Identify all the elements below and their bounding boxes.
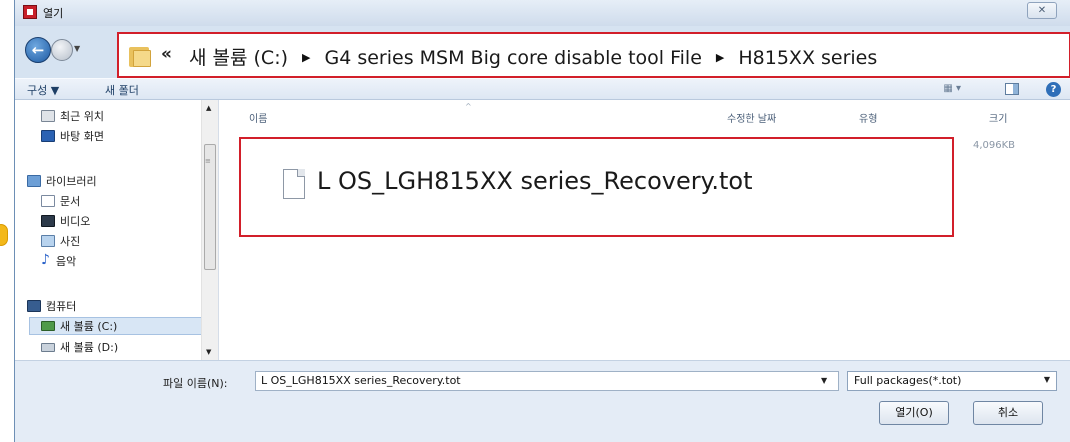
open-button[interactable]: 열기(O) xyxy=(879,401,949,425)
app-icon xyxy=(23,5,37,19)
breadcrumb-item-drive[interactable]: 새 볼륨 (C:) xyxy=(189,47,288,69)
sidebar-item-drive-d[interactable]: 새 볼륨 (D:) xyxy=(41,338,118,356)
sidebar-item-desktop[interactable]: 바탕 화면 xyxy=(41,127,104,145)
pictures-icon xyxy=(41,235,55,247)
title-bar: 열기 ✕ xyxy=(15,0,1070,26)
navigation-bar: ← ▼ « 새 볼륨 (C:) ▶ G4 series MSM Big core d… xyxy=(15,26,1070,78)
chevron-down-icon: ▼ xyxy=(1043,375,1050,384)
breadcrumb-item-tool-folder[interactable]: G4 series MSM Big core disable tool File xyxy=(324,47,701,69)
cancel-button[interactable]: 취소 xyxy=(973,401,1043,425)
filename-label: 파일 이름(N): xyxy=(163,377,228,390)
navigation-scrollbar[interactable]: ▲ ≡ ▼ xyxy=(201,100,218,360)
close-button[interactable]: ✕ xyxy=(1027,2,1057,19)
sidebar-item-documents[interactable]: 문서 xyxy=(41,192,80,210)
folder-icon xyxy=(129,43,151,67)
open-file-dialog: 열기 ✕ ← ▼ « 새 볼륨 (C:) ▶ G4 series MSM Big c… xyxy=(14,0,1070,442)
desktop-icon xyxy=(41,130,55,142)
file-type-value: Full packages(*.tot) xyxy=(854,374,962,387)
file-size: 4,096KB xyxy=(973,140,1016,151)
column-header-size[interactable]: 크기 xyxy=(989,110,1007,125)
change-view-icon[interactable]: ▦ ▾ xyxy=(943,83,961,94)
sidebar-item-recent[interactable]: 최근 위치 xyxy=(41,107,104,125)
decorative-dot xyxy=(0,224,8,246)
sidebar-item-videos[interactable]: 비디오 xyxy=(41,212,90,230)
close-icon: ✕ xyxy=(1037,5,1047,16)
music-icon: ♪ xyxy=(41,252,50,268)
command-toolbar: 구성 ▼ 새 폴더 ▦ ▾ ? xyxy=(15,78,1070,100)
sidebar-item-computer[interactable]: 컴퓨터 xyxy=(27,297,76,315)
drive-d-icon xyxy=(41,342,55,352)
sidebar-item-pictures[interactable]: 사진 xyxy=(41,232,80,250)
libraries-icon xyxy=(27,175,41,187)
navigation-pane: 최근 위치 바탕 화면 라이브러리 문서 비디오 사진 ♪ 음악 컴퓨터 새 볼륨… xyxy=(15,100,219,360)
scrollbar-grip-icon: ≡ xyxy=(205,157,211,165)
breadcrumb: 새 볼륨 (C:) ▶ G4 series MSM Big core disable… xyxy=(189,43,877,70)
scroll-down-icon[interactable]: ▼ xyxy=(206,348,211,356)
list-item[interactable]: L OS_LGH815XX series_Recovery.tot xyxy=(239,137,954,237)
sidebar-item-drive-c[interactable]: 새 볼륨 (C:) xyxy=(29,317,207,335)
file-list: ^ 이름 수정한 날짜 유형 크기 4,096KB L OS_LGH815XX … xyxy=(219,100,1070,360)
left-margin xyxy=(0,0,14,442)
sort-ascending-icon: ^ xyxy=(465,102,472,111)
breadcrumb-item-series-folder[interactable]: H815XX series xyxy=(738,47,877,69)
sidebar-item-libraries[interactable]: 라이브러리 xyxy=(27,172,97,190)
breadcrumb-separator-icon[interactable]: ▶ xyxy=(302,51,310,64)
column-header-type[interactable]: 유형 xyxy=(859,110,877,125)
dialog-footer: 파일 이름(N): L OS_LGH815XX series_Recovery.… xyxy=(15,360,1070,442)
recent-places-icon xyxy=(41,110,55,122)
new-folder-button[interactable]: 새 폴더 xyxy=(105,82,139,98)
window-title: 열기 xyxy=(43,7,64,20)
filename-input[interactable]: L OS_LGH815XX series_Recovery.tot xyxy=(255,371,839,391)
sidebar-item-music[interactable]: ♪ 음악 xyxy=(41,252,76,270)
documents-icon xyxy=(41,195,55,207)
filename-dropdown-icon[interactable]: ▼ xyxy=(821,376,827,385)
address-overflow-chevron[interactable]: « xyxy=(161,44,172,64)
file-icon xyxy=(283,169,305,199)
history-dropdown-icon[interactable]: ▼ xyxy=(74,44,80,53)
address-bar[interactable]: « 새 볼륨 (C:) ▶ G4 series MSM Big core disab… xyxy=(117,32,1070,78)
file-name: L OS_LGH815XX series_Recovery.tot xyxy=(317,167,753,195)
drive-c-icon xyxy=(41,321,55,331)
scroll-up-icon[interactable]: ▲ xyxy=(206,104,211,112)
forward-button[interactable] xyxy=(51,39,73,61)
breadcrumb-separator-icon[interactable]: ▶ xyxy=(716,51,724,64)
back-arrow-icon: ← xyxy=(31,41,45,59)
organize-button[interactable]: 구성 ▼ xyxy=(27,82,59,98)
back-button[interactable]: ← xyxy=(25,37,51,63)
file-type-select[interactable]: Full packages(*.tot) ▼ xyxy=(847,371,1057,391)
computer-icon xyxy=(27,300,41,312)
column-header-name[interactable]: 이름 xyxy=(249,110,267,125)
column-header-date-modified[interactable]: 수정한 날짜 xyxy=(727,110,776,125)
preview-pane-icon[interactable] xyxy=(1005,83,1019,95)
videos-icon xyxy=(41,215,55,227)
help-icon[interactable]: ? xyxy=(1046,82,1061,97)
